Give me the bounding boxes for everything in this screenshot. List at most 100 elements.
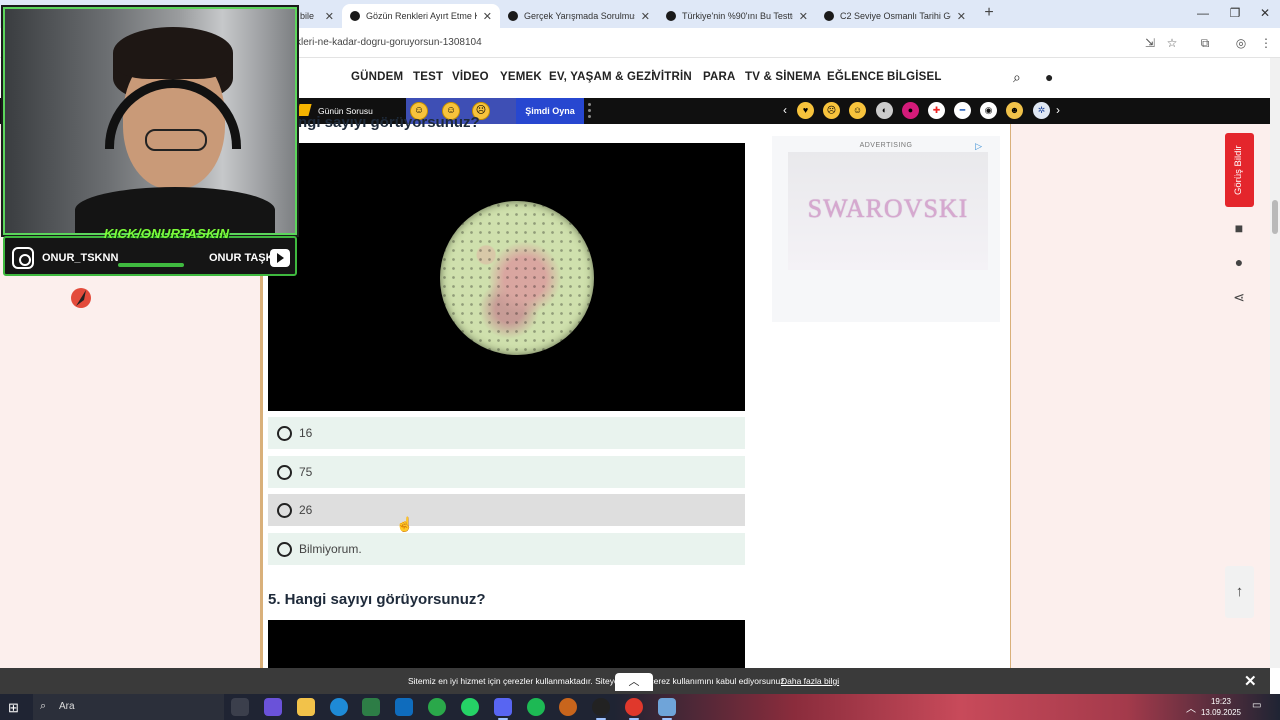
search-icon: ⌕ (40, 700, 47, 712)
nav-item-tv-sinema[interactable]: TV & SİNEMA (745, 71, 821, 83)
nav-item-para[interactable]: PARA (703, 71, 736, 83)
cookie-more-info-link[interactable]: Daha fazla bilgi (781, 676, 839, 686)
menu-dots-icon[interactable]: ⋮ (1258, 35, 1274, 51)
next-question-heading: 5. Hangi sayıyı görüyorsunuz? (268, 591, 486, 608)
nav-item-eglence[interactable]: EĞLENCE (827, 71, 884, 83)
advertisement[interactable]: ADVERTISING ▷ SWAROVSKI (772, 136, 1000, 322)
comments-icon[interactable]: ● (1228, 251, 1250, 273)
outlook-icon[interactable] (395, 698, 413, 716)
close-icon[interactable]: ✕ (957, 10, 966, 23)
task-view-icon[interactable] (231, 698, 249, 716)
adchoices-icon[interactable]: ▷ (975, 141, 982, 152)
radio-button[interactable] (277, 502, 292, 518)
nav-item-ev-yasam[interactable]: EV, YAŞAM & GEZİ (549, 71, 655, 83)
clock-time: 19:23 (1210, 697, 1232, 706)
browser-tab[interactable]: C2 Seviye Osmanlı Tarihi Genel ✕ (816, 4, 974, 28)
category-badge-icon[interactable]: ◉ (980, 102, 997, 119)
scrollbar-thumb[interactable] (1272, 200, 1278, 234)
store-icon[interactable] (362, 698, 380, 716)
ishihara-color-plate (440, 201, 594, 355)
whatsapp-icon[interactable] (461, 698, 479, 716)
file-explorer-icon[interactable] (297, 698, 315, 716)
nav-item-test[interactable]: TEST (413, 71, 443, 83)
tab-title: Gerçek Yarışmada Sorulmuş 12 (524, 11, 635, 21)
radio-button[interactable] (277, 425, 292, 441)
category-badge-icon[interactable]: ● (902, 102, 919, 119)
install-app-icon[interactable]: ⇲ (1142, 35, 1158, 51)
site-favicon-icon (666, 11, 676, 21)
chrome-icon[interactable] (625, 698, 643, 720)
more-dots-icon[interactable] (588, 103, 592, 119)
browser-tab[interactable]: Türkiye'nin %90'ını Bu Testte Ba ✕ (658, 4, 816, 28)
answer-option[interactable]: 75 (268, 456, 745, 488)
copilot-icon[interactable] (264, 698, 282, 716)
nav-item-vitrin[interactable]: VİTRİN (653, 71, 692, 83)
taskbar-search-box[interactable]: ⌕ Ara (33, 694, 224, 720)
category-badge-icon[interactable]: ◐ (876, 102, 893, 119)
radio-button[interactable] (277, 541, 292, 557)
category-badge-icon[interactable]: ✲ (1033, 102, 1050, 119)
restore-icon[interactable]: ❐ (1220, 4, 1250, 22)
chevron-left-icon[interactable]: ‹ (783, 103, 787, 117)
new-tab-plus-icon[interactable]: + (980, 4, 998, 22)
answer-option[interactable]: 16 (268, 417, 745, 449)
radio-button[interactable] (277, 464, 292, 480)
user-icon[interactable]: ● (1045, 69, 1053, 85)
answer-label: 75 (299, 465, 313, 479)
category-badge-icon[interactable]: ━ (954, 102, 971, 119)
nav-item-bilgisel[interactable]: BİLGİSEL (887, 71, 942, 83)
answer-option[interactable]: Bilmiyorum. (268, 533, 745, 565)
app-icon[interactable] (559, 698, 577, 716)
notifications-icon[interactable]: ▭ (1252, 700, 1261, 711)
screen: bile ✕ Gözün Renkleri Ayırt Etme Kabi ✕ … (0, 0, 1280, 720)
nav-item-yemek[interactable]: YEMEK (500, 71, 542, 83)
tab-title: Türkiye'nin %90'ını Bu Testte Ba (682, 11, 793, 21)
discord-icon[interactable] (494, 698, 512, 720)
tray-chevron-up-icon[interactable]: ︿ (1186, 700, 1196, 715)
browser-tab[interactable]: Gerçek Yarışmada Sorulmuş 12 ✕ (500, 4, 658, 28)
system-clock[interactable]: 19:23 13.09.2025 (1200, 696, 1242, 718)
feedback-button[interactable]: Görüş Bildir (1225, 133, 1254, 207)
spotify-icon[interactable] (527, 698, 545, 716)
xbox-icon[interactable] (428, 698, 446, 716)
heart-eyes-emoji-icon[interactable]: ♥ (797, 102, 814, 119)
nav-item-video[interactable]: VİDEO (452, 71, 489, 83)
search-icon[interactable]: ⌕ (1013, 69, 1021, 86)
close-icon[interactable]: ✕ (799, 10, 808, 23)
ad-image[interactable]: SWAROVSKI (788, 152, 988, 270)
answer-option[interactable]: 26 (268, 494, 745, 526)
chevron-right-icon[interactable]: › (1056, 103, 1060, 117)
answer-label: 26 (299, 503, 313, 517)
close-icon[interactable]: ✕ (325, 10, 334, 23)
profile-icon[interactable]: ◎ (1233, 35, 1249, 51)
url-text[interactable]: kleri-ne-kadar-dogru-goruyorsun-1308104 (296, 37, 482, 48)
category-badge-icon[interactable]: ☻ (1006, 102, 1023, 119)
window-close-icon[interactable]: ✕ (1250, 4, 1280, 22)
taskbar-search-text: Ara (59, 701, 75, 712)
site-favicon-icon (824, 11, 834, 21)
scroll-to-top-button[interactable]: ↑ (1225, 566, 1254, 618)
minimize-icon[interactable]: — (1188, 4, 1218, 22)
close-icon[interactable]: ✕ (641, 10, 650, 23)
bookmark-icon[interactable]: ■ (1228, 217, 1250, 239)
nav-item-gundem[interactable]: GÜNDEM (351, 71, 403, 83)
crying-emoji-icon[interactable]: ☹ (823, 102, 840, 119)
cookie-text: Sitemiz en iyi hizmet için çerezler kull… (408, 676, 787, 686)
play-now-button[interactable]: Şimdi Oyna (516, 98, 584, 124)
close-icon[interactable]: ✕ (1244, 672, 1257, 690)
browser-tab-active[interactable]: Gözün Renkleri Ayırt Etme Kabi ✕ (342, 4, 500, 28)
laughing-emoji-icon[interactable]: ☺ (849, 102, 866, 119)
page-scrollbar[interactable] (1270, 58, 1280, 668)
windows-start-icon[interactable]: ⊞ (8, 700, 19, 716)
bookmark-star-icon[interactable]: ☆ (1164, 35, 1180, 51)
app-icon[interactable] (658, 698, 676, 720)
extensions-icon[interactable]: ⧉ (1197, 35, 1213, 51)
share-icon[interactable]: ⋖ (1228, 286, 1250, 308)
category-badge-icon[interactable]: ✚ (928, 102, 945, 119)
close-icon[interactable]: ✕ (483, 10, 492, 23)
chevron-up-icon[interactable]: ︿ (615, 673, 653, 691)
obs-icon[interactable] (592, 698, 610, 720)
question-image (268, 143, 745, 411)
instagram-icon (12, 247, 34, 269)
edge-icon[interactable] (330, 698, 348, 716)
